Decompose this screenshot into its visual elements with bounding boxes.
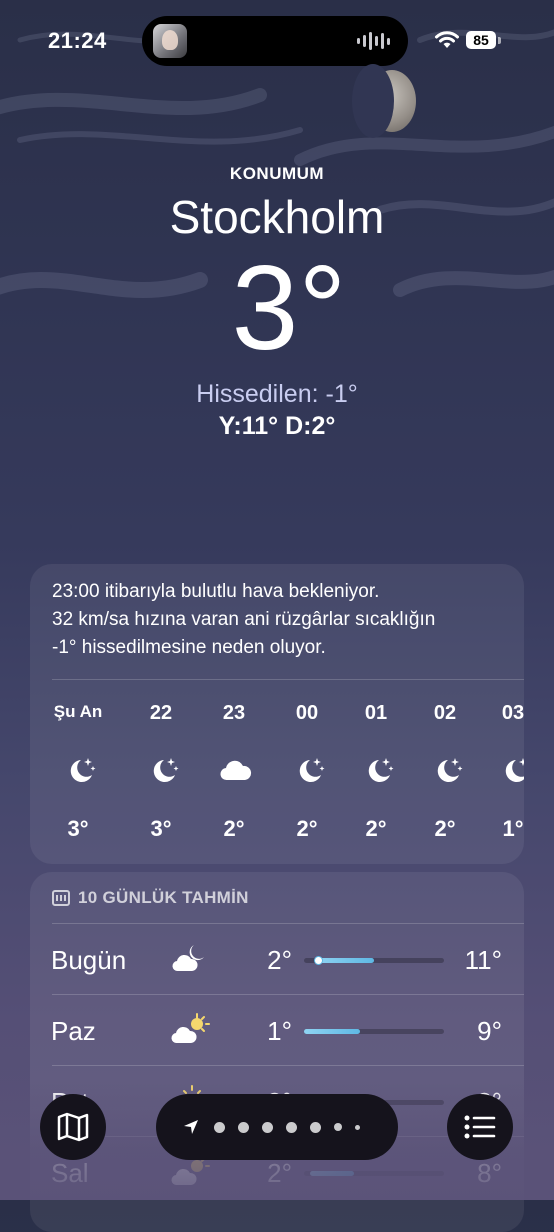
hour-label: 02 xyxy=(433,702,457,724)
temp-range-bar xyxy=(304,1171,444,1176)
hour-label: 00 xyxy=(295,702,319,724)
day-name: Bugün xyxy=(51,945,127,975)
status-time: 21:24 xyxy=(48,28,107,53)
hour-label: 23 xyxy=(222,702,246,724)
page-dot[interactable] xyxy=(310,1121,321,1133)
cloud-sun-icon xyxy=(171,1013,210,1044)
battery-indicator: 85 xyxy=(466,31,496,49)
hour-label: 22 xyxy=(149,702,173,724)
moon-stars-icon xyxy=(505,758,524,782)
moon-stars-icon xyxy=(437,758,463,782)
daily-divider xyxy=(52,994,524,995)
ten-day-forecast-card[interactable]: 10 GÜNLÜK TAHMİN Bugün 2° 11° Paz 1° 9° … xyxy=(30,872,524,1232)
daily-divider xyxy=(52,1065,524,1066)
wifi-icon xyxy=(435,31,459,48)
hour-label: 01 xyxy=(364,702,388,724)
city-name: Stockholm xyxy=(169,191,385,243)
page-dot[interactable] xyxy=(238,1121,249,1133)
map-button[interactable] xyxy=(40,1094,106,1160)
hour-temp: 2° xyxy=(223,816,245,841)
location-arrow-icon[interactable] xyxy=(182,1118,200,1136)
hour-temp: 3° xyxy=(67,816,89,841)
page-dot[interactable] xyxy=(214,1121,225,1133)
hourly-divider xyxy=(52,679,524,680)
daily-divider xyxy=(52,923,524,924)
moon-stars-icon xyxy=(299,758,325,782)
day-row[interactable]: Paz 1° 9° xyxy=(30,996,524,1066)
day-low: 2° xyxy=(267,945,292,975)
locations-list-button[interactable] xyxy=(447,1094,513,1160)
day-low: 1° xyxy=(267,1016,292,1046)
summary-line: -1° hissedilmesine neden oluyor. xyxy=(52,637,326,658)
hourly-forecast-card[interactable]: 23:00 itibarıyla bulutlu hava bekleniyor… xyxy=(30,564,524,864)
day-high: 9° xyxy=(477,1016,502,1046)
temp-range-fill xyxy=(309,1171,355,1176)
day-high: 8° xyxy=(477,1158,502,1188)
day-name: Sal xyxy=(51,1158,89,1188)
temp-range-bar xyxy=(304,956,444,965)
day-row[interactable]: Bugün 2° 11° xyxy=(30,925,524,995)
page-dots[interactable] xyxy=(214,1094,360,1160)
battery-tip xyxy=(498,37,501,44)
summary-line: 23:00 itibarıyla bulutlu hava bekleniyor… xyxy=(52,581,380,602)
map-icon xyxy=(57,1112,89,1142)
hour-temp: 2° xyxy=(365,816,387,841)
now-playing-artwork[interactable] xyxy=(153,24,187,58)
hour-temp: 3° xyxy=(150,816,172,841)
hourly-summary: 23:00 itibarıyla bulutlu hava bekleniyor… xyxy=(52,578,512,662)
page-dot[interactable] xyxy=(262,1121,273,1133)
day-name: Paz xyxy=(51,1016,96,1046)
temp-range-bar xyxy=(304,1029,444,1034)
status-bar: 21:24 85 xyxy=(0,0,554,80)
day-high: 11° xyxy=(464,945,502,975)
list-icon xyxy=(464,1115,496,1139)
high-low: Y:11° D:2° xyxy=(218,412,336,440)
cloud-moon-icon xyxy=(172,945,204,972)
moon-stars-icon xyxy=(153,758,179,782)
moon-stars-icon xyxy=(70,758,96,782)
ten-day-title: 10 GÜNLÜK TAHMİN xyxy=(78,888,249,907)
dynamic-island[interactable] xyxy=(142,16,408,66)
moon-shadow xyxy=(352,64,394,138)
page-dot[interactable] xyxy=(355,1124,360,1130)
location-label: KONUMUM xyxy=(229,164,325,183)
current-temperature: 3° xyxy=(231,241,347,375)
hour-label: Şu An xyxy=(53,702,103,721)
hour-temp: 2° xyxy=(296,816,318,841)
calendar-icon xyxy=(52,890,70,906)
summary-line: 32 km/sa hızına varan ani rüzgârlar sıca… xyxy=(52,609,436,630)
cloud-icon xyxy=(220,760,252,781)
page-dot[interactable] xyxy=(286,1121,297,1133)
page-dot[interactable] xyxy=(334,1123,342,1131)
day-low: 2° xyxy=(267,1158,292,1188)
feels-like: Hissedilen: -1° xyxy=(196,380,358,408)
moon-stars-icon xyxy=(368,758,394,782)
audio-waveform-icon xyxy=(357,30,390,52)
temp-range-fill xyxy=(304,1029,360,1034)
hour-label: 03 xyxy=(501,702,524,724)
hour-temp: 1° xyxy=(502,816,524,841)
hour-temp: 2° xyxy=(434,816,456,841)
temp-range-fill xyxy=(315,958,374,963)
current-temp-dot xyxy=(314,956,323,965)
ten-day-header: 10 GÜNLÜK TAHMİN xyxy=(52,888,249,908)
location-pager[interactable] xyxy=(156,1094,398,1160)
